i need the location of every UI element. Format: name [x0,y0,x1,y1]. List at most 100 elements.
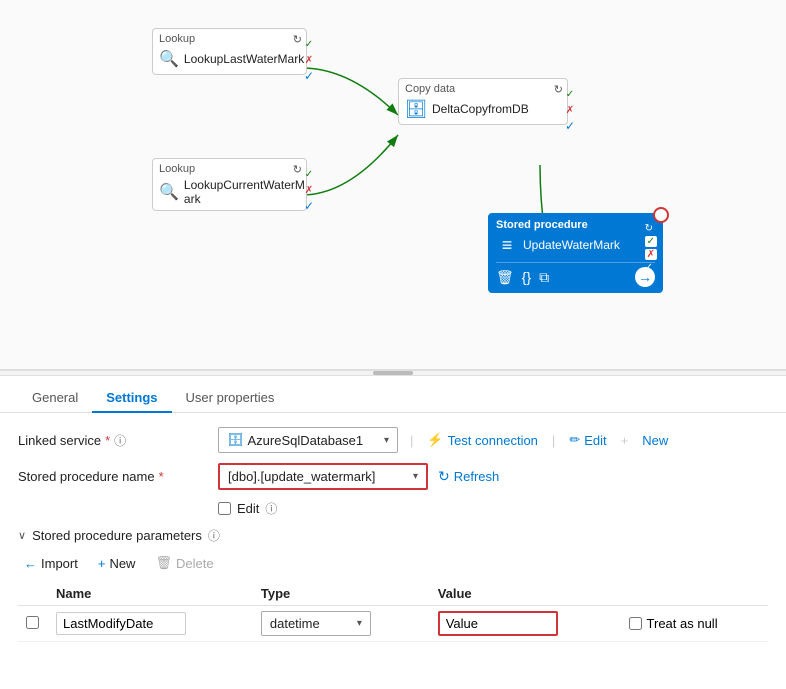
sp-name-row: Stored procedure name * [dbo].[update_wa… [18,463,768,490]
col-checkbox [18,582,48,606]
treat-as-null-label: Treat as null [629,616,760,631]
sp-name-label: Stored procedure name * [18,469,218,484]
delete-icon[interactable]: 🗑 [496,269,514,286]
copy-data-node[interactable]: Copy data 🗄 DeltaCopyfromDB ✓ ✗ ✓ ↻ [398,78,568,125]
divider-handle [373,371,413,375]
check-icon: ✓ [302,37,316,51]
copy-icon[interactable]: ⧉ [539,269,549,286]
info-icon-params[interactable]: ⓘ [208,527,220,544]
copy-data-label: DeltaCopyfromDB [432,102,561,116]
connect-icon: ⚡ [427,432,443,448]
lookup2-node[interactable]: Lookup 🔍 LookupCurrentWaterMark ✓ ✗ ✓ ↻ [152,158,307,211]
lookup2-label: LookupCurrentWaterMark [184,178,305,206]
info-icon-edit[interactable]: ⓘ [265,500,277,517]
node-refresh-icon-3: ↻ [554,83,563,96]
linked-service-dropdown[interactable]: 🗄 AzureSqlDatabase1 ▾ [218,427,398,453]
edit-link[interactable]: ✏ Edit [569,432,606,448]
params-table: Name Type Value [18,582,768,642]
chevron-down-icon: ▾ [384,435,389,446]
sp-node-status: ↻ ✓ ✗ ✓ [645,223,657,273]
refresh-icon: ↻ [438,468,450,485]
tab-user-properties[interactable]: User properties [172,384,289,413]
linked-service-value: AzureSqlDatabase1 [248,433,380,448]
sp-label: UpdateWaterMark [523,238,655,252]
treat-as-null-checkbox[interactable] [629,617,642,630]
new-link[interactable]: New [642,433,668,448]
check-icon-2: ✓ [302,167,316,181]
lookup2-status: ✓ ✗ ✓ [302,167,316,213]
pipe-1: | [410,433,413,448]
copy-data-status: ✓ ✗ ✓ [563,87,577,133]
sp-params-section: ∨ Stored procedure parameters ⓘ ← Import… [18,527,768,642]
edit-checkbox[interactable] [218,502,231,515]
linked-service-row: Linked service * ⓘ 🗄 AzureSqlDatabase1 ▾… [18,427,768,453]
lookup1-label: LookupLastWaterMark [184,52,304,66]
type-dropdown[interactable]: datetime ▾ [261,611,371,636]
tab-settings[interactable]: Settings [92,384,171,413]
pipeline-canvas: Lookup 🔍 LookupLastWaterMark ✓ ✗ ✓ ↻ Loo… [0,0,786,370]
sp-type: Stored procedure [496,219,655,231]
code-icon[interactable]: {} [522,269,531,285]
plus-icon: + [98,556,106,571]
expand-icon: ∨ [18,529,26,542]
db-icon: 🗄 [227,432,244,448]
params-toolbar: ← Import + New 🗑 Delete [18,552,768,574]
lookup1-node[interactable]: Lookup 🔍 LookupLastWaterMark ✓ ✗ ✓ ↻ [152,28,307,75]
name-cell [48,606,253,642]
sp-name-dropdown[interactable]: [dbo].[update_watermark] ▾ [218,463,428,490]
col-treat-null [621,582,768,606]
refresh-button[interactable]: ↻ Refresh [438,468,499,485]
refresh-container: ↻ Refresh [438,468,499,485]
sp-node[interactable]: Stored procedure ≡ UpdateWaterMark 🗑 {} … [488,213,663,293]
test-connection-link[interactable]: ⚡ Test connection [427,432,538,448]
sp-red-circle [653,207,669,223]
check-icon-3: ✓ [563,87,577,101]
sp-icon: ≡ [496,234,518,256]
lookup2-type: Lookup [159,163,300,175]
treat-null-cell: Treat as null [621,606,768,642]
sp-name-value: [dbo].[update_watermark] [228,469,409,484]
type-value: datetime [270,616,353,631]
edit-icon: ✏ [569,432,580,448]
cross-icon-3: ✗ [563,103,577,117]
sp-params-title: Stored procedure parameters [32,528,202,543]
linked-service-label: Linked service * ⓘ [18,432,218,449]
value-cell [430,606,621,642]
value-input[interactable] [438,611,558,636]
lookup2-icon: 🔍 [159,181,179,203]
lookup1-icon: 🔍 [159,48,179,70]
lookup1-type: Lookup [159,33,300,45]
edit-checkbox-row: Edit ⓘ [218,500,768,517]
copy-data-icon: 🗄 [405,98,427,120]
pipe-2: | [552,433,555,448]
table-row: datetime ▾ Treat as null [18,606,768,642]
info-icon-linked[interactable]: ⓘ [114,432,126,449]
type-cell: datetime ▾ [253,606,430,642]
pipe-3: + [621,433,629,448]
sp-action-bar: 🗑 {} ⧉ → [496,262,655,287]
type-chevron-icon: ▾ [357,618,362,629]
settings-content: Linked service * ⓘ 🗄 AzureSqlDatabase1 ▾… [0,413,786,642]
sp-required-star: * [159,469,164,484]
col-name: Name [48,582,253,606]
sp-params-header[interactable]: ∨ Stored procedure parameters ⓘ [18,527,768,544]
col-type: Type [253,582,430,606]
required-star: * [105,433,110,448]
lookup1-status: ✓ ✗ ✓ [302,37,316,83]
trash-icon: 🗑 [155,555,172,571]
run-icon-3: ✓ [563,119,577,133]
cross-icon: ✗ [302,53,316,67]
import-icon: ← [24,556,37,571]
tab-general[interactable]: General [18,384,92,413]
row-checkbox[interactable] [26,616,39,629]
col-value: Value [430,582,621,606]
node-refresh-icon: ↻ [293,33,302,46]
run-icon: ✓ [302,69,316,83]
new-param-button[interactable]: + New [92,553,142,574]
edit-checkbox-label[interactable]: Edit [237,501,259,516]
run-icon-2: ✓ [302,199,316,213]
import-button[interactable]: ← Import [18,553,84,574]
node-refresh-icon-2: ↻ [293,163,302,176]
name-input[interactable] [56,612,186,635]
delete-param-button[interactable]: 🗑 Delete [149,552,219,574]
